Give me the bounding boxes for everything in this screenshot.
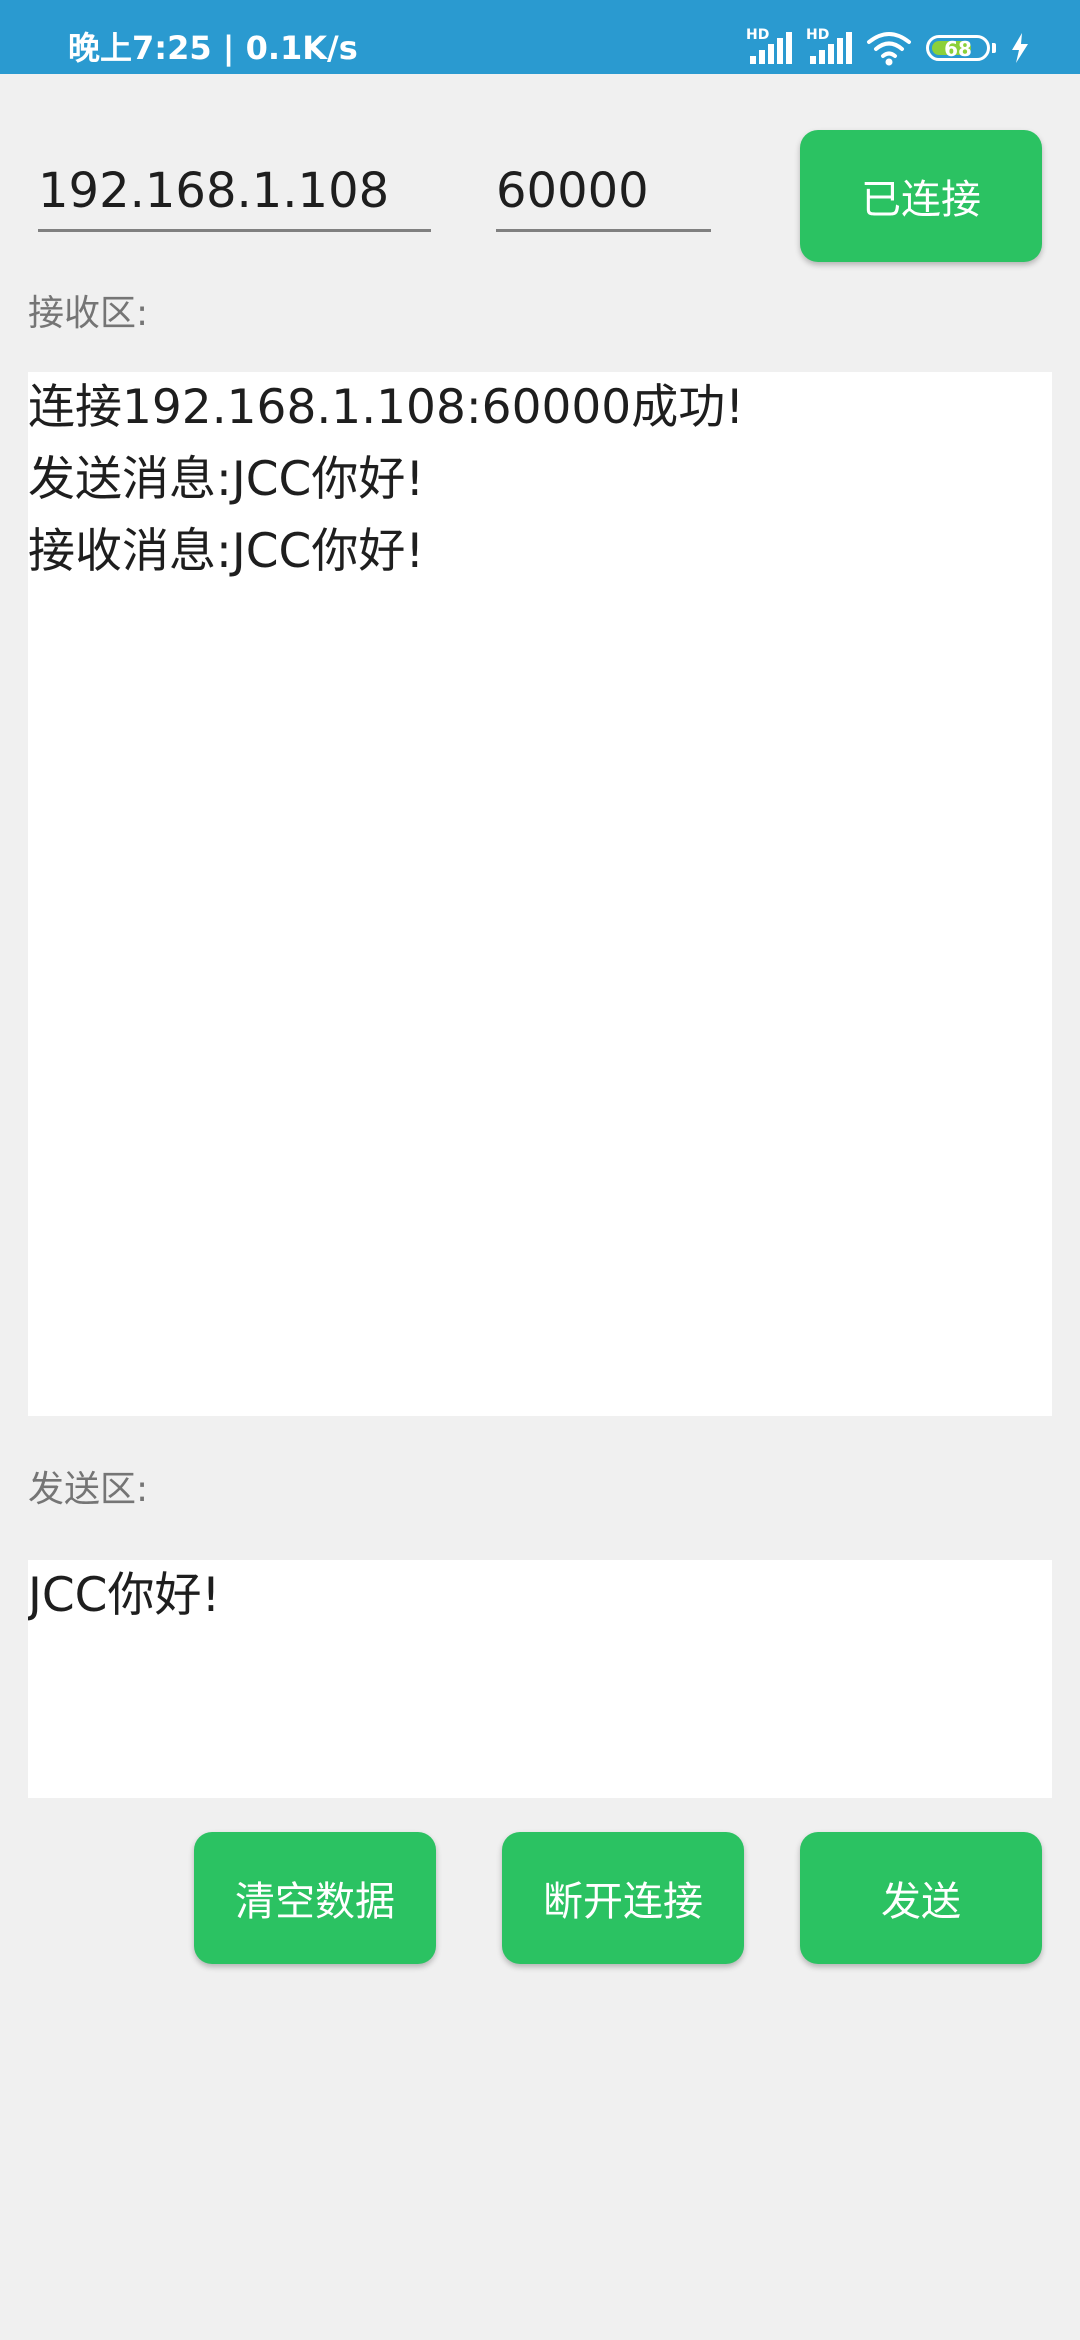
send-area-label: 发送区: [28,1469,149,1510]
receive-line: 发送消息:JCC你好! [28,452,425,507]
clear-data-button[interactable]: 清空数据 [194,1832,436,1964]
receive-line: 接收消息:JCC你好! [28,524,425,579]
disconnect-button[interactable]: 断开连接 [502,1832,744,1964]
ip-address-input[interactable] [38,160,431,232]
signal-icon: HD [806,28,852,68]
battery-cap [992,43,996,53]
status-time-speed: 晚上7:25 | 0.1K/s [68,29,358,67]
signal-icon: HD [746,28,792,68]
status-bar: 晚上7:25 | 0.1K/s HD HD 68 [0,0,1080,74]
wifi-icon [867,32,911,66]
send-button[interactable]: 发送 [800,1832,1042,1964]
battery-icon: 68 [926,35,990,61]
receive-line: 连接192.168.1.108:60000成功! [28,380,745,435]
receive-area-label: 接收区: [28,293,149,334]
charging-icon [1012,33,1028,63]
connect-button[interactable]: 已连接 [800,130,1042,262]
port-input[interactable] [496,160,711,232]
send-input-area[interactable]: JCC你好! [28,1560,1052,1798]
battery-level: 68 [944,37,972,61]
status-icons: HD HD 68 [746,22,1030,74]
receive-area[interactable]: 连接192.168.1.108:60000成功! 发送消息:JCC你好! 接收消… [28,372,1052,1416]
